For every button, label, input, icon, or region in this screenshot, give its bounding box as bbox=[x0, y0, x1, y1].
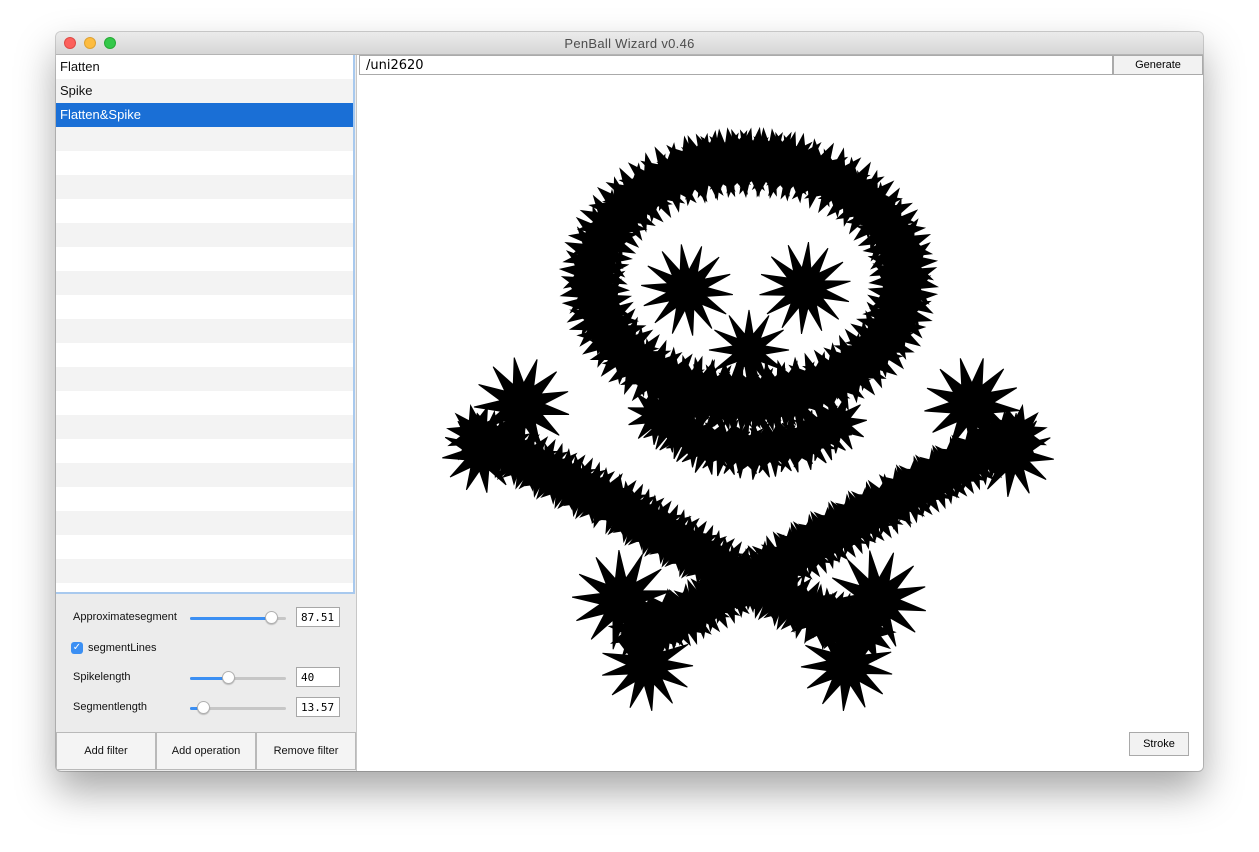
segment-lines-checkbox[interactable]: ✓ bbox=[71, 642, 83, 654]
add-operation-button[interactable]: Add operation bbox=[156, 732, 256, 770]
glyph-preview-canvas bbox=[442, 126, 1054, 712]
list-row-empty bbox=[56, 223, 353, 247]
filter-buttons: Add filter Add operation Remove filter bbox=[56, 732, 356, 771]
segment-length-slider[interactable] bbox=[190, 701, 286, 714]
list-row-empty bbox=[56, 535, 353, 559]
slider-knob[interactable] bbox=[264, 611, 278, 624]
app-window: PenBall Wizard v0.46 Flatten Spike Flatt… bbox=[56, 32, 1203, 771]
approx-segment-value[interactable]: 87.51 bbox=[296, 607, 340, 627]
segment-length-label: Segmentlength bbox=[73, 701, 147, 713]
spike-length-value[interactable]: 40 bbox=[296, 667, 340, 687]
spike-length-label: Spikelength bbox=[73, 671, 131, 683]
list-row-empty bbox=[56, 247, 353, 271]
segment-length-value[interactable]: 13.57 bbox=[296, 697, 340, 717]
slider-fill bbox=[190, 617, 271, 620]
list-row-empty bbox=[56, 391, 353, 415]
left-pane: Flatten Spike Flatten&Spike Approximates… bbox=[56, 55, 356, 771]
list-row-empty bbox=[56, 199, 353, 223]
segment-lines-label: segmentLines bbox=[88, 642, 157, 654]
list-row-empty bbox=[56, 127, 353, 151]
skull-crossbones-glyph bbox=[442, 126, 1054, 712]
slider-knob[interactable] bbox=[222, 671, 236, 684]
filter-item-spike[interactable]: Spike bbox=[56, 79, 353, 103]
remove-filter-button[interactable]: Remove filter bbox=[256, 732, 356, 770]
list-row-empty bbox=[56, 367, 353, 391]
list-row-empty bbox=[56, 439, 353, 463]
title-bar: PenBall Wizard v0.46 bbox=[56, 32, 1203, 55]
approx-segment-label: Approximatesegment bbox=[73, 611, 177, 623]
stroke-button[interactable]: Stroke bbox=[1129, 732, 1189, 756]
list-row-empty bbox=[56, 271, 353, 295]
filter-list[interactable]: Flatten Spike Flatten&Spike bbox=[56, 55, 355, 594]
list-row-empty bbox=[56, 559, 353, 583]
slider-knob[interactable] bbox=[197, 701, 211, 714]
add-filter-button[interactable]: Add filter bbox=[56, 732, 156, 770]
list-row-empty bbox=[56, 487, 353, 511]
spike-length-slider[interactable] bbox=[190, 671, 286, 684]
filter-item-flatten-spike[interactable]: Flatten&Spike bbox=[56, 103, 353, 127]
list-row-empty bbox=[56, 343, 353, 367]
list-row-empty bbox=[56, 151, 353, 175]
list-row-empty bbox=[56, 175, 353, 199]
preview-pane: /uni2620 Generate Stroke bbox=[356, 55, 1203, 771]
list-row-empty bbox=[56, 319, 353, 343]
filter-item-flatten[interactable]: Flatten bbox=[56, 55, 353, 79]
approx-segment-slider[interactable] bbox=[190, 611, 286, 624]
filter-parameters: Approximatesegment 87.51 ✓ segmentLines … bbox=[56, 595, 356, 733]
window-title: PenBall Wizard v0.46 bbox=[564, 36, 695, 51]
generate-button[interactable]: Generate bbox=[1113, 55, 1203, 75]
glyph-name-input[interactable]: /uni2620 bbox=[359, 55, 1113, 75]
list-row-empty bbox=[56, 295, 353, 319]
list-row-empty bbox=[56, 463, 353, 487]
list-row-empty bbox=[56, 511, 353, 535]
list-row-empty bbox=[56, 415, 353, 439]
